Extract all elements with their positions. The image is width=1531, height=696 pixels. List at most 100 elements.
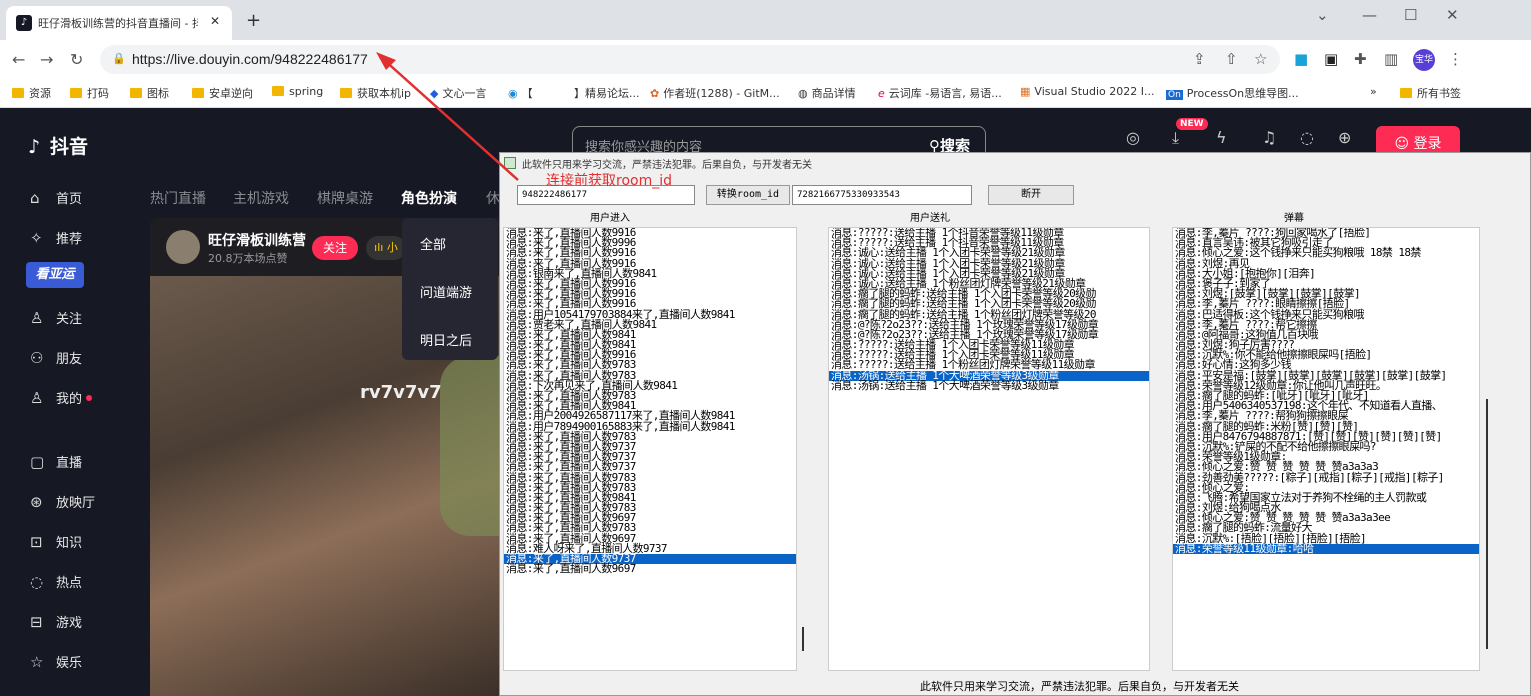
- rank-pill[interactable]: ılı 小: [366, 236, 406, 260]
- bookmark-item[interactable]: ◆ 文心一言: [430, 85, 486, 101]
- video-scene: [440, 356, 500, 536]
- follow-button[interactable]: 关注: [312, 236, 358, 260]
- bookmark-item[interactable]: 安卓逆向: [192, 85, 253, 101]
- eye-icon: ◉: [508, 87, 518, 100]
- address-bar[interactable]: 🔒 https://live.douyin.com/948222486177: [100, 45, 1280, 74]
- bookmark-item[interactable]: ◉ 【: [508, 85, 533, 101]
- sidebar-item-games[interactable]: ⊟ 游戏: [30, 612, 82, 631]
- sidebar-item-live[interactable]: ▢ 直播: [30, 452, 82, 471]
- dropdown-item[interactable]: 全部: [420, 234, 446, 253]
- new-tab-icon[interactable]: +: [246, 10, 261, 31]
- dropdown-item[interactable]: 明日之后: [420, 330, 472, 349]
- bookmark-star-icon[interactable]: ☆: [1254, 50, 1267, 68]
- sidebar-item-home[interactable]: ⌂ 首页: [30, 188, 82, 207]
- bookmarks-overflow-icon[interactable]: »: [1370, 85, 1377, 98]
- share-icon[interactable]: ⇧: [1225, 50, 1238, 68]
- tab-close-icon[interactable]: ✕: [210, 14, 220, 28]
- install-app-icon[interactable]: ⇪: [1193, 50, 1206, 68]
- douyin-logo[interactable]: ♪ 抖音: [28, 132, 88, 159]
- profile-avatar[interactable]: 宝华: [1413, 49, 1435, 71]
- bookmark-item[interactable]: 图标: [130, 85, 169, 101]
- extension-icon[interactable]: ▣: [1324, 50, 1338, 68]
- notification-icon[interactable]: ♫: [1262, 128, 1276, 147]
- recharge-icon[interactable]: ◎: [1126, 128, 1140, 147]
- close-window-icon[interactable]: ✕: [1446, 6, 1459, 24]
- download-icon[interactable]: ⤓: [1172, 128, 1179, 148]
- gift-column-title: 用户送礼: [910, 213, 950, 224]
- room-id-field[interactable]: 7282166775330933543: [792, 185, 972, 205]
- url-text[interactable]: https://live.douyin.com/948222486177: [132, 51, 368, 67]
- list-item[interactable]: 消息:来了,直播间人数9697: [504, 563, 796, 574]
- category-tab[interactable]: 休: [486, 188, 500, 208]
- sidebar-item-friends[interactable]: ⚇ 朋友: [30, 348, 82, 367]
- video-overlay-text: rv7v7v7: [360, 382, 442, 403]
- sidebar-item-entertainment[interactable]: ☆ 娱乐: [30, 652, 82, 671]
- bookmark-item[interactable]: spring: [272, 85, 323, 98]
- new-badge: NEW: [1176, 118, 1208, 130]
- gift-listbox[interactable]: 消息:?????:送给主播 1个抖音荣誉等级11级勋章 消息:?????:送给主播…: [828, 227, 1150, 671]
- scrollbar[interactable]: [802, 627, 804, 651]
- lock-icon[interactable]: 🔒: [112, 52, 126, 65]
- streamer-name[interactable]: 旺仔滑板训练营: [208, 230, 306, 250]
- wenxin-icon: ◆: [430, 87, 439, 100]
- minimize-icon[interactable]: —: [1362, 6, 1377, 24]
- sidebar-item-cinema[interactable]: ⊛ 放映厅: [30, 492, 95, 511]
- scrollbar[interactable]: [1486, 399, 1488, 649]
- upload-icon[interactable]: ⊕: [1338, 128, 1351, 147]
- processon-icon: On: [1166, 90, 1183, 100]
- convert-room-id-button[interactable]: 转换room_id: [706, 185, 790, 205]
- tab-search-icon[interactable]: ⌄: [1316, 6, 1329, 24]
- bookmark-item[interactable]: On ProcessOn思维导图...: [1166, 85, 1299, 101]
- asian-games-banner[interactable]: 看亚运: [26, 262, 84, 288]
- enter-listbox[interactable]: 消息:来了,直播间人数9916 消息:来了,直播间人数9996 消息:来了,直播间人…: [503, 227, 797, 671]
- bookmark-item[interactable]: 资源: [12, 85, 51, 101]
- forward-icon[interactable]: →: [40, 50, 53, 69]
- bookmarks-bar: 资源 打码 图标 安卓逆向 spring 获取本机ip ◆ 文心一言 ◉ 【 】精易…: [0, 78, 1531, 108]
- tab-title: 旺仔滑板训练营的抖音直播间 - 抖音: [38, 17, 198, 30]
- extensions-puzzle-icon[interactable]: ✚: [1354, 50, 1367, 68]
- bookmark-item[interactable]: ✿ 作者班(1288) - GitM...: [650, 85, 780, 101]
- microsoft-icon: ▦: [1020, 85, 1031, 98]
- folder-icon: [192, 88, 204, 98]
- sidebar-item-following[interactable]: ♙ 关注: [30, 308, 82, 327]
- bookmark-item[interactable]: e 云词库 -易语言, 易语...: [878, 85, 1002, 101]
- sidebar-item-me[interactable]: ♙ 我的: [30, 388, 93, 407]
- enter-column-title: 用户进入: [590, 213, 630, 224]
- side-panel-icon[interactable]: ▥: [1384, 50, 1398, 68]
- avatar[interactable]: [166, 230, 200, 264]
- star-icon: ☆: [30, 653, 44, 671]
- sidebar-item-knowledge[interactable]: ⊡ 知识: [30, 532, 82, 551]
- menu-kebab-icon[interactable]: ⋮: [1448, 50, 1463, 68]
- browser-toolbar: ← → ↻ 🔒 https://live.douyin.com/94822248…: [0, 40, 1531, 78]
- reload-icon[interactable]: ↻: [70, 50, 83, 69]
- danmu-listbox[interactable]: 消息:李,蓁片 ????:狗回家喝水了[捂脸] 消息:直言吴讳:被其它狗吸引走了消…: [1172, 227, 1480, 671]
- home-icon: ⌂: [30, 189, 40, 207]
- extension-icon[interactable]: ■: [1294, 50, 1308, 68]
- flame-icon: ◌: [30, 573, 44, 591]
- bookmark-item[interactable]: 获取本机ip: [340, 85, 411, 101]
- tv-icon: ▢: [30, 453, 45, 471]
- list-item[interactable]: 消息:汤锅:送给主播 1个大啤酒荣誉等级3级勋章: [829, 380, 1149, 391]
- sidebar-item-recommend[interactable]: ✧ 推荐: [30, 228, 82, 247]
- danmu-column-title: 弹幕: [1284, 213, 1304, 224]
- category-tab[interactable]: 主机游戏: [233, 188, 289, 208]
- bookmark-item[interactable]: 所有书签: [1400, 85, 1461, 101]
- list-item-selected[interactable]: 消息:荣誉等级11级勋章:哈哈: [1173, 543, 1479, 554]
- follow-icon: ♙: [30, 309, 44, 327]
- bookmark-item[interactable]: 打码: [70, 85, 109, 101]
- back-icon[interactable]: ←: [12, 50, 25, 69]
- maximize-icon[interactable]: ☐: [1404, 6, 1417, 24]
- book-icon: ⊡: [30, 533, 43, 551]
- bookmark-item[interactable]: ▦ Visual Studio 2022 I...: [1020, 85, 1155, 98]
- sidebar-item-hot[interactable]: ◌ 热点: [30, 572, 82, 591]
- disconnect-button[interactable]: 断开: [988, 185, 1074, 205]
- bookmark-item[interactable]: ◍ 商品详情: [798, 85, 856, 101]
- category-tab-active[interactable]: 角色扮演: [401, 188, 457, 208]
- message-icon[interactable]: ◌: [1300, 128, 1314, 147]
- category-tab[interactable]: 热门直播: [150, 188, 206, 208]
- dropdown-item[interactable]: 问道端游: [420, 282, 472, 301]
- browser-tab[interactable]: ♪ 旺仔滑板训练营的抖音直播间 - 抖音 ✕: [6, 6, 232, 40]
- bookmark-item[interactable]: 】精易论坛...: [574, 85, 640, 101]
- category-tab[interactable]: 棋牌桌游: [317, 188, 373, 208]
- lightning-icon[interactable]: ϟ: [1216, 128, 1227, 147]
